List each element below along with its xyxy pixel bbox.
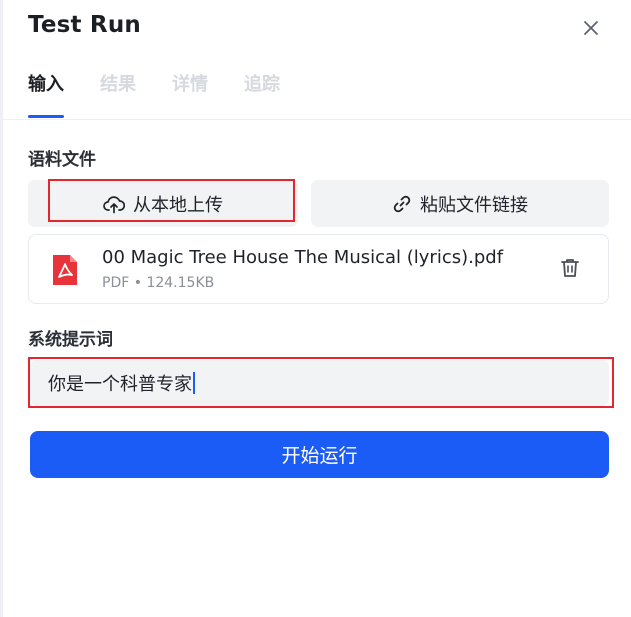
tab-result[interactable]: 结果 — [100, 72, 136, 118]
close-button[interactable] — [577, 14, 605, 42]
trash-icon — [561, 259, 579, 277]
delete-file-button[interactable] — [559, 257, 583, 281]
test-run-panel: Test Run 输入 结果 详情 追踪 语料文件 从本地上传 粘贴文件链接 0… — [0, 0, 631, 617]
system-prompt-section-label: 系统提示词 — [28, 330, 113, 350]
file-size: 124.15KB — [146, 275, 215, 291]
tab-divider — [3, 119, 631, 120]
upload-local-label: 从本地上传 — [133, 194, 223, 216]
file-meta-separator: • — [133, 275, 142, 291]
upload-local-button[interactable]: 从本地上传 — [28, 180, 298, 227]
dialog-title: Test Run — [28, 12, 141, 38]
file-name: 00 Magic Tree House The Musical (lyrics)… — [102, 247, 504, 268]
file-card: 00 Magic Tree House The Musical (lyrics)… — [28, 234, 609, 304]
close-icon — [584, 21, 598, 35]
tab-trace[interactable]: 追踪 — [244, 72, 280, 118]
file-type: PDF — [102, 275, 130, 291]
pdf-file-icon — [53, 255, 77, 285]
corpus-section-label: 语料文件 — [28, 150, 96, 170]
system-prompt-input[interactable]: 你是一个科普专家 — [30, 360, 609, 406]
system-prompt-value: 你是一个科普专家 — [48, 374, 192, 395]
paste-link-button[interactable]: 粘贴文件链接 — [311, 180, 609, 227]
cloud-upload-icon — [103, 195, 125, 213]
paste-link-label: 粘贴文件链接 — [420, 194, 528, 216]
start-run-button[interactable]: 开始运行 — [30, 431, 609, 478]
link-icon — [393, 195, 411, 212]
text-caret — [193, 372, 195, 394]
file-meta: PDF • 124.15KB — [102, 275, 214, 291]
tab-bar: 输入 结果 详情 追踪 — [28, 72, 280, 120]
tab-input[interactable]: 输入 — [28, 72, 64, 118]
tab-details[interactable]: 详情 — [172, 72, 208, 118]
